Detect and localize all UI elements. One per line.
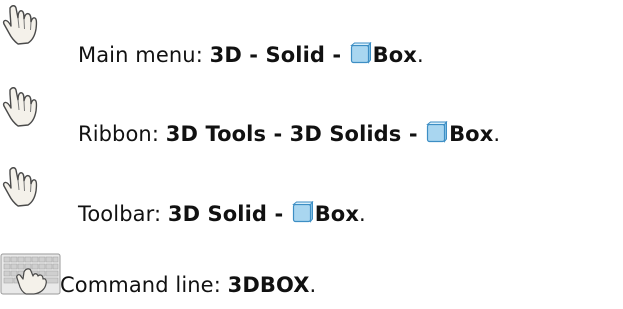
ribbon-end: . bbox=[493, 122, 501, 146]
command-line-text: Command line: 3DBOX. bbox=[60, 272, 316, 298]
main-menu-label: Main menu: bbox=[78, 43, 210, 67]
toolbar-command: Box bbox=[314, 202, 359, 226]
toolbar-instruction: Toolbar: 3D Solid - Box. bbox=[0, 164, 623, 226]
ribbon-command: Box bbox=[449, 122, 494, 146]
box-icon bbox=[349, 41, 372, 70]
main-menu-text: Main menu: 3D - Solid - Box. bbox=[78, 41, 424, 70]
command-line-instruction: Command line: 3DBOX. bbox=[0, 252, 623, 300]
hand-pointer-icon bbox=[0, 84, 40, 132]
hand-pointer-icon bbox=[0, 2, 40, 50]
box-icon bbox=[426, 120, 448, 149]
box-icon bbox=[291, 200, 314, 229]
ribbon-text: Ribbon: 3D Tools - 3D Solids - Box. bbox=[78, 120, 501, 149]
toolbar-path: 3D Solid - bbox=[167, 202, 291, 226]
hand-pointer-icon bbox=[0, 164, 40, 212]
toolbar-text: Toolbar: 3D Solid - Box. bbox=[78, 200, 366, 229]
main-menu-path: 3D - Solid - bbox=[209, 43, 349, 67]
keyboard-icon bbox=[0, 252, 62, 300]
command-line-label: Command line: bbox=[60, 273, 228, 297]
ribbon-label: Ribbon: bbox=[78, 122, 166, 146]
main-menu-command: Box bbox=[372, 43, 417, 67]
toolbar-label: Toolbar: bbox=[78, 202, 168, 226]
main-menu-end: . bbox=[416, 43, 424, 67]
ribbon-path: 3D Tools - 3D Solids - bbox=[165, 122, 426, 146]
command-line-end: . bbox=[309, 273, 317, 297]
ribbon-instruction: Ribbon: 3D Tools - 3D Solids - Box. bbox=[0, 84, 623, 146]
command-line-command: 3DBOX bbox=[227, 273, 310, 297]
toolbar-end: . bbox=[358, 202, 366, 226]
main-menu-instruction: Main menu: 3D - Solid - Box. bbox=[0, 2, 623, 67]
